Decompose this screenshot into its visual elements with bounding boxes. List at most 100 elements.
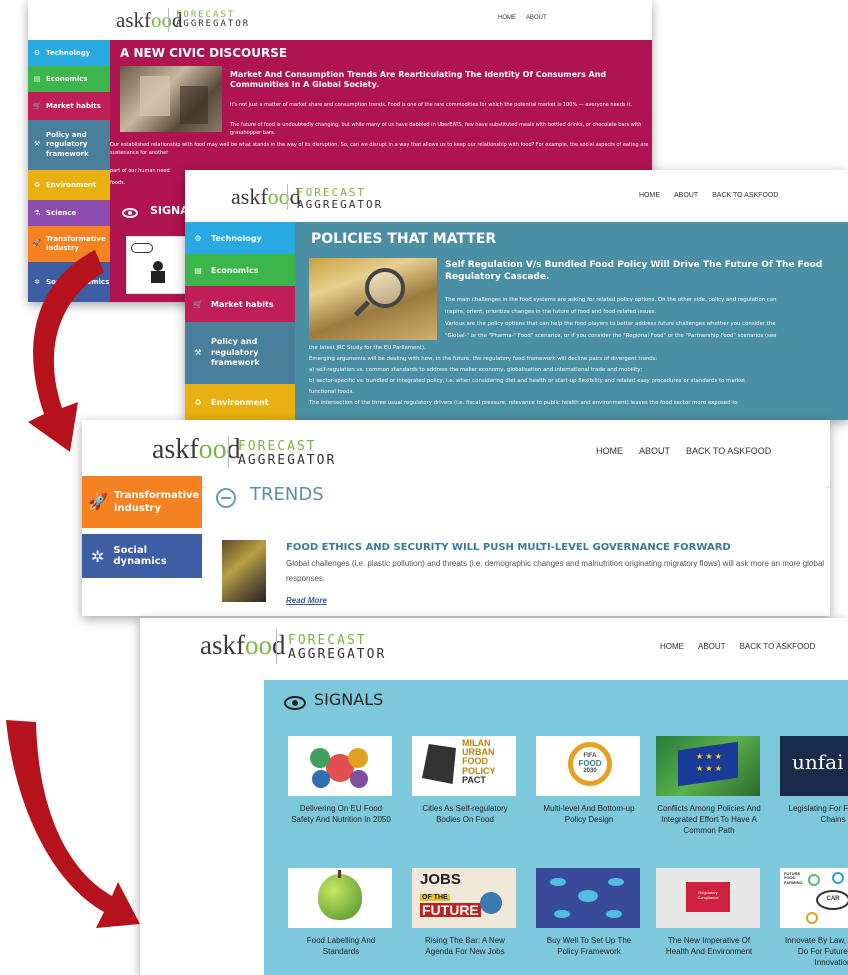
signal-caption: Conflicts Among Policies And Integrated … [657, 804, 761, 835]
civic-paragraph-5: foods. [110, 180, 126, 186]
screenshot-trends: askfood FORECAST AGGREGATOR HOME ABOUT BA… [82, 420, 830, 616]
signal-card[interactable]: MILAN URBAN FOOD POLICY PACT Cities As S… [412, 736, 520, 826]
money-icon: ▤ [194, 265, 202, 275]
nav-about[interactable]: ABOUT [698, 642, 726, 651]
sidebar-item-environment[interactable]: ♻ Environment [28, 170, 110, 200]
askfood-logo[interactable]: askfood [231, 184, 301, 210]
signal-thumb[interactable] [126, 236, 190, 294]
policies-line: The main challenges in the food systems … [445, 297, 777, 303]
policies-line: Emerging arguments will be dealing with … [309, 356, 658, 362]
lightbulb-icon: ⚙ [194, 233, 202, 243]
civic-paragraph-4: part of our human need [110, 168, 170, 174]
cart-icon: 🛒 [32, 102, 42, 110]
nav-home[interactable]: HOME [639, 192, 660, 199]
nav-back[interactable]: BACK TO ASKFOOD [712, 192, 778, 199]
sidebar-item-environment[interactable]: ♻ Environment [185, 384, 295, 420]
signal-card[interactable]: Food Labelling And Standards [288, 868, 396, 958]
signal-caption: Legislating For Fair Food Chains [788, 804, 848, 824]
policies-photo [309, 258, 437, 340]
top-nav: HOME ABOUT BACK TO ASKFOOD [639, 192, 778, 199]
sidebar-item-social[interactable]: ✲Social dynamics [82, 534, 202, 578]
sidebar: ⚙ Technology ▤ Economics 🛒 Market habits ⚒ P… [185, 222, 295, 420]
sidebar-item-economics[interactable]: ▤ Economics [28, 66, 110, 92]
sidebar-item-policy[interactable]: ⚒ Policy and regulatory framework [185, 322, 295, 384]
policies-line: "Global-" or the "Pharma-" Food" scenari… [445, 333, 777, 339]
fifa-food-thumb: FIFA FOOD 2030 [536, 736, 640, 796]
signal-caption: The New Imperative Of Health And Environ… [665, 936, 753, 956]
civic-paragraph-3: Our established relationship with food m… [110, 142, 649, 156]
gavel-icon: ⚒ [194, 347, 202, 357]
read-more-link[interactable]: Read More [286, 596, 327, 605]
gavel-icon: ⚒ [33, 140, 41, 149]
recycle-icon: ♻ [194, 397, 202, 407]
policies-line: b) sector-specific vs. bundled or integr… [309, 378, 746, 384]
sidebar-item-policy[interactable]: ⚒ Policy and regulatory framework [28, 120, 110, 170]
signal-card[interactable]: Regulatory Compliance The New Imperative… [656, 868, 764, 958]
nav-back[interactable]: BACK TO ASKFOOD [740, 642, 816, 651]
signal-card[interactable]: JOBS OF THE FUTURE Rising The Bar: A New… [412, 868, 520, 958]
policies-line: The intersection of the three usual regu… [309, 400, 738, 406]
sidebar-item-market-habits[interactable]: 🛒 Market habits [28, 92, 110, 120]
signal-caption: Rising The Bar: A New Agenda For New Job… [425, 936, 505, 956]
policies-line: functional foods. [309, 389, 354, 395]
logo-divider [287, 184, 288, 210]
top-nav: HOME ABOUT BACK TO ASKFOOD [660, 642, 815, 651]
policies-line: the latest JRC Study for the EU Parliame… [309, 345, 426, 351]
sidebar-item-market-habits[interactable]: 🛒 Market habits [185, 286, 295, 322]
nav-about[interactable]: ABOUT [639, 446, 670, 456]
screenshot-signals: askfood FORECAST AGGREGATOR HOME ABOUT BA… [140, 618, 848, 975]
signal-card[interactable]: unfai Legislating For Fair Food Chains [780, 736, 848, 826]
sidebar-item-science[interactable]: ⚗ Science [28, 200, 110, 226]
flask-icon: ⚗ [33, 209, 41, 217]
trends-section: TRENDS FOOD ETHICS AND SECURITY WILL PUS… [206, 480, 826, 616]
nav-back[interactable]: BACK TO ASKFOOD [686, 446, 771, 456]
infographic-thumb [288, 736, 392, 796]
nav-home[interactable]: HOME [596, 446, 623, 456]
policies-panel: POLICIES THAT MATTER Self Regulation V/s… [295, 222, 848, 420]
signal-card[interactable]: Delivering On EU Food Safety And Nutriti… [288, 736, 396, 826]
puzzle-thumb: Regulatory Compliance [656, 868, 760, 928]
civic-paragraph-2: The future of food is undoubtedly changi… [230, 122, 642, 136]
sidebar-item-technology[interactable]: ⚙ Technology [28, 40, 110, 66]
nav-about[interactable]: ABOUT [674, 192, 698, 199]
milan-pact-thumb: MILAN URBAN FOOD POLICY PACT [412, 736, 516, 796]
curved-arrow-icon [28, 250, 104, 452]
rocket-icon: 🚀 [88, 492, 108, 512]
civic-photo [120, 66, 222, 132]
askfood-logo[interactable]: askfood [116, 8, 183, 33]
forecast-aggregator-logo: FORECAST AGGREGATOR [288, 633, 387, 662]
signal-card[interactable]: FIFA FOOD 2030 Multi-level And Bottom-up… [536, 736, 644, 826]
trend-item-title[interactable]: FOOD ETHICS AND SECURITY WILL PUSH MULTI… [286, 542, 826, 553]
sidebar-item-technology[interactable]: ⚙ Technology [185, 222, 295, 254]
signals-title: SIGNALS [314, 690, 384, 709]
sidebar-item-economics[interactable]: ▤ Economics [185, 254, 295, 286]
logo-divider [228, 436, 229, 468]
civic-paragraph-1: It's not just a matter of market share a… [230, 102, 633, 108]
sidebar-item-transformative[interactable]: 🚀 Transformative industry [82, 476, 202, 528]
askfood-logo[interactable]: askfood [200, 630, 285, 661]
logo-divider [276, 630, 277, 664]
signal-card[interactable]: FUTURE FOOD FARMING CAR Innovate By Law,… [780, 868, 848, 968]
trend-item-text: Global challenges (i.e. plastic pollutio… [286, 559, 825, 583]
eye-icon [284, 696, 306, 710]
signal-caption: Multi-level And Bottom-up Policy Design [543, 804, 635, 824]
trend-photo[interactable] [222, 540, 266, 602]
top-nav: HOME ABOUT [498, 15, 547, 21]
policies-line: inspire, orient, prioritize changes in t… [445, 309, 657, 315]
nav-about[interactable]: ABOUT [526, 15, 547, 21]
magnifier-icon [365, 268, 405, 308]
trends-title: TRENDS [250, 484, 324, 505]
page-title: A NEW CIVIC DISCOURSE [120, 46, 288, 60]
signal-card[interactable]: ★ ★ ★ ★ ★ ★ Conflicts Among Policies And… [656, 736, 764, 836]
signal-caption: Cities As Self-regulatory Bodies On Food [422, 804, 508, 824]
nav-home[interactable]: HOME [498, 15, 516, 21]
cart-icon: 🛒 [193, 299, 203, 309]
lightbulb-icon: ⚙ [33, 49, 41, 57]
signals-panel: SIGNALS Delivering On EU Food Safety And… [264, 680, 848, 975]
header: askfood FORECAST AGGREGATOR HOME ABOUT BA… [185, 170, 848, 222]
nav-home[interactable]: HOME [660, 642, 684, 651]
signal-caption: Innovate By Law, AKIS Will Do For Future… [784, 936, 848, 967]
signal-card[interactable]: Buy Well To Set Up The Policy Framework [536, 868, 644, 958]
policies-line: Various are the policy options that can … [445, 321, 776, 327]
header: askfood FORECAST AGGREGATOR HOME ABOUT BA… [122, 420, 830, 484]
